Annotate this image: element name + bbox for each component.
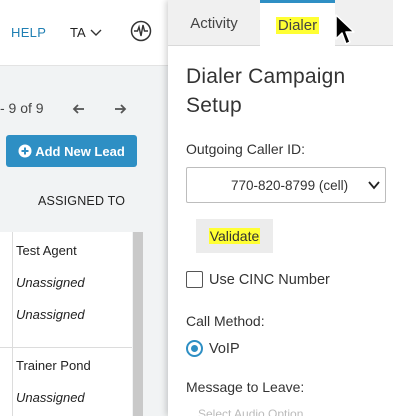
add-new-lead-button[interactable]: Add New Lead	[6, 135, 137, 167]
pagination-count: - 9 of 9	[0, 100, 44, 116]
arrow-left-icon[interactable]	[72, 102, 86, 116]
leads-table: Test Agent Unassigned Unassigned Trainer…	[0, 232, 132, 416]
arrow-right-icon[interactable]	[113, 102, 127, 116]
table-row-assigned[interactable]: Unassigned	[16, 275, 85, 290]
table-scrollbar[interactable]	[133, 232, 143, 416]
plus-circle-icon	[18, 144, 32, 158]
call-method-label: Call Method:	[186, 313, 265, 329]
caller-id-label: Outgoing Caller ID:	[186, 141, 306, 157]
voip-radio-label[interactable]: VoIP	[209, 341, 240, 357]
message-to-leave-label: Message to Leave:	[186, 379, 305, 395]
tab-dialer[interactable]: Dialer	[260, 0, 335, 47]
add-new-lead-label: Add New Lead	[35, 143, 125, 159]
tab-dialer-label: Dialer	[275, 16, 320, 34]
voip-radio[interactable]	[186, 340, 203, 357]
help-link[interactable]: HELP	[11, 25, 46, 40]
audio-option-select[interactable]: Select Audio Option	[198, 407, 303, 416]
user-menu[interactable]: TA	[70, 25, 86, 40]
chevron-down-icon	[368, 181, 380, 190]
mouse-cursor-icon	[335, 14, 355, 45]
tab-activity[interactable]: Activity	[168, 0, 260, 46]
pulse-icon[interactable]	[130, 20, 152, 42]
table-row-assigned[interactable]: Trainer Pond	[16, 358, 91, 373]
table-row-assigned[interactable]: Unassigned	[16, 307, 85, 322]
table-row-assigned[interactable]: Test Agent	[16, 243, 77, 258]
caller-id-select[interactable]: 770-820-8799 (cell)	[186, 167, 386, 203]
use-cinc-number-checkbox[interactable]	[186, 271, 203, 288]
tab-activity-label: Activity	[190, 14, 238, 32]
assigned-to-column-header[interactable]: ASSIGNED TO	[38, 194, 125, 208]
table-row-assigned[interactable]: Unassigned	[16, 390, 85, 405]
chevron-down-icon[interactable]	[90, 27, 102, 37]
use-cinc-number-label[interactable]: Use CINC Number	[209, 272, 330, 288]
panel-title: Dialer Campaign Setup	[186, 65, 346, 117]
validate-label: Validate	[208, 228, 261, 244]
validate-button[interactable]: Validate	[196, 219, 273, 253]
panel-tabs: Activity Dialer	[168, 0, 393, 47]
column-divider	[12, 232, 13, 416]
caller-id-value: 770-820-8799 (cell)	[231, 177, 349, 193]
top-navbar: HELP TA	[0, 0, 168, 66]
row-divider	[0, 347, 132, 348]
side-panel: Activity Dialer Dialer Campaign Setup Ou…	[168, 0, 393, 416]
